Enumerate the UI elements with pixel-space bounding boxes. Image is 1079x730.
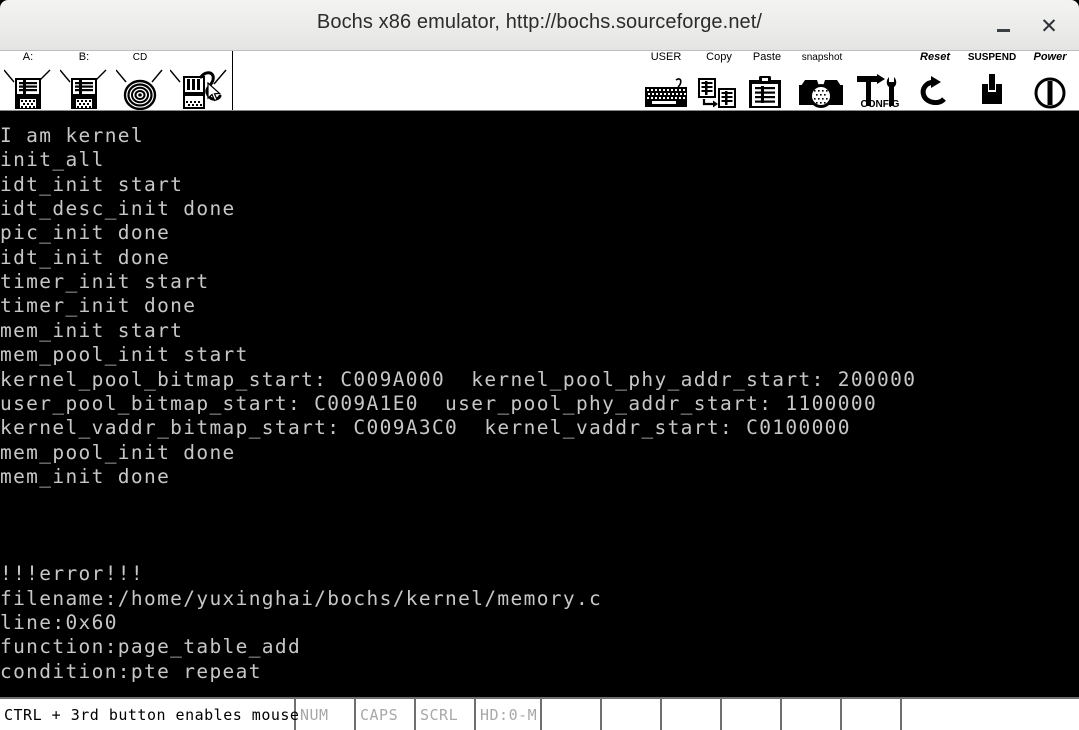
status-cell-empty-7 bbox=[902, 699, 1079, 730]
suspend-icon bbox=[968, 68, 1016, 110]
floppy-a-icon bbox=[4, 68, 52, 110]
status-cell-empty-5 bbox=[782, 699, 842, 730]
toolbar-suspend-button[interactable]: SUSPEND bbox=[963, 51, 1021, 110]
console-line: user_pool_bitmap_start: C009A1E0 user_po… bbox=[0, 391, 878, 415]
status-cell-empty-1 bbox=[542, 699, 602, 730]
vga-console: I am kernel init_all idt_init start idt_des… bbox=[0, 111, 1079, 696]
window-title: Bochs x86 emulator, http://bochs.sourcef… bbox=[316, 11, 763, 33]
toolbar-power-button[interactable]: Power bbox=[1021, 51, 1079, 110]
console-line: condition:pte repeat bbox=[0, 659, 262, 683]
paste-icon bbox=[743, 68, 791, 110]
copy-icon bbox=[695, 68, 743, 110]
reset-icon bbox=[911, 68, 959, 110]
status-message: CTRL + 3rd button enables mouse bbox=[0, 699, 299, 730]
console-line: timer_init done bbox=[0, 294, 197, 318]
reset-label: Reset bbox=[920, 51, 950, 63]
console-line: init_all bbox=[0, 148, 105, 172]
floppy-b-label: B: bbox=[78, 51, 90, 63]
console-line: mem_init done bbox=[0, 464, 171, 488]
console-line: idt_desc_init done bbox=[0, 197, 236, 221]
toolbar-mouse-button[interactable] bbox=[168, 51, 230, 110]
toolbar-copy-button[interactable]: Copy bbox=[695, 51, 743, 110]
status-indicator-scrl: SCRL bbox=[416, 699, 476, 730]
minimize-button[interactable] bbox=[987, 10, 1019, 42]
emulator-toolbar: A: B: CD USER Copy Paste snapshot CONFIG… bbox=[0, 51, 1079, 111]
console-line: line:0x60 bbox=[0, 611, 118, 634]
console-line: filename:/home/yuxinghai/bochs/kernel/me… bbox=[0, 586, 603, 610]
toolbar-left-group: A: B: CD bbox=[0, 51, 233, 110]
console-line: timer_init start bbox=[0, 270, 210, 294]
console-line: mem_pool_init start bbox=[0, 343, 249, 367]
toolbar-right-group: USER Copy Paste snapshot CONFIG Reset SU… bbox=[637, 51, 1079, 110]
toolbar-user-button[interactable]: USER bbox=[637, 51, 695, 110]
snapshot-label: snapshot bbox=[801, 52, 843, 63]
config-label: CONFIG bbox=[860, 99, 900, 110]
console-line: pic_init done bbox=[0, 221, 171, 245]
console-line: mem_pool_init done bbox=[0, 440, 236, 464]
close-button[interactable]: ✕ bbox=[1033, 10, 1065, 42]
toolbar-floppy-b-button[interactable]: B: bbox=[56, 51, 112, 110]
toolbar-cdrom-button[interactable]: CD bbox=[112, 51, 168, 110]
title-bar: Bochs x86 emulator, http://bochs.sourcef… bbox=[0, 0, 1079, 51]
status-cell-empty-2 bbox=[602, 699, 662, 730]
user-label: USER bbox=[650, 51, 682, 63]
status-indicator-caps: CAPS bbox=[356, 699, 416, 730]
toolbar-paste-button[interactable]: Paste bbox=[743, 51, 791, 110]
paste-label: Paste bbox=[752, 51, 782, 63]
status-cell-empty-3 bbox=[662, 699, 722, 730]
status-cell-empty-4 bbox=[722, 699, 782, 730]
console-line: idt_init start bbox=[0, 172, 184, 196]
bochs-emulator-window: Bochs x86 emulator, http://bochs.sourcef… bbox=[0, 0, 1079, 730]
toolbar-config-button[interactable]: CONFIG bbox=[853, 51, 907, 110]
console-line: idt_init done bbox=[0, 245, 171, 269]
toolbar-snapshot-button[interactable]: snapshot bbox=[791, 51, 853, 110]
console-line: mem_init start bbox=[0, 318, 184, 342]
cdrom-icon bbox=[116, 68, 164, 110]
close-icon: ✕ bbox=[1040, 13, 1058, 38]
mouse-icon bbox=[170, 68, 228, 110]
power-label: Power bbox=[1033, 51, 1067, 63]
power-icon bbox=[1026, 68, 1074, 110]
status-indicator-num: NUM bbox=[296, 699, 356, 730]
console-line: kernel_pool_bitmap_start: C009A000 kerne… bbox=[0, 367, 917, 391]
cdrom-label: CD bbox=[132, 52, 148, 63]
toolbar-reset-button[interactable]: Reset bbox=[907, 51, 963, 110]
copy-label: Copy bbox=[706, 51, 732, 63]
status-bar: CTRL + 3rd button enables mouse NUM CAPS… bbox=[0, 697, 1079, 730]
status-indicator-hd: HD:0-M bbox=[476, 699, 542, 730]
floppy-b-icon bbox=[60, 68, 108, 110]
toolbar-floppy-a-button[interactable]: A: bbox=[0, 51, 56, 110]
suspend-label: SUSPEND bbox=[967, 52, 1017, 63]
minimize-icon bbox=[996, 28, 1010, 32]
floppy-a-label: A: bbox=[22, 51, 34, 63]
console-line: function:page_table_add bbox=[0, 635, 302, 659]
console-line: kernel_vaddr_bitmap_start: C009A3C0 kern… bbox=[0, 416, 851, 440]
status-cell-empty-6 bbox=[842, 699, 902, 730]
console-line: I am kernel bbox=[0, 124, 144, 147]
keyboard-icon bbox=[642, 68, 690, 110]
camera-icon bbox=[793, 68, 851, 110]
console-line: !!!error!!! bbox=[0, 562, 144, 586]
